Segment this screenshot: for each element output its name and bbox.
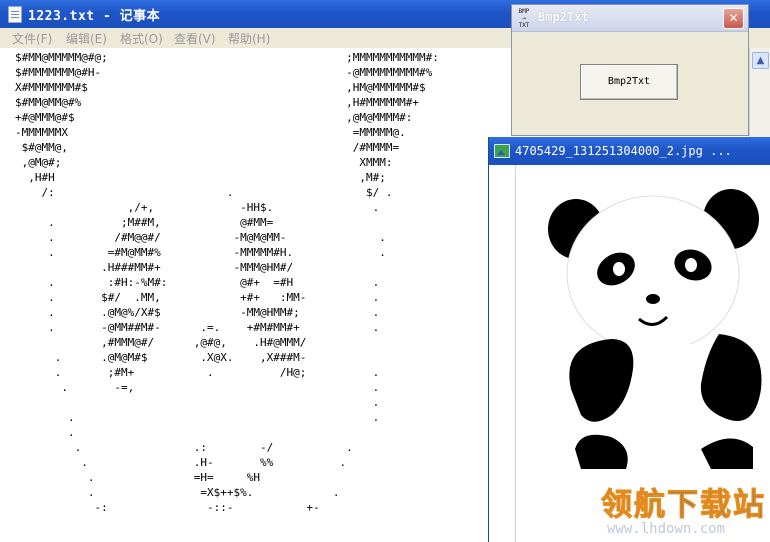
image-viewer-titlebar[interactable]: 4705429_131251304000_2.jpg ... (489, 137, 770, 165)
panda-image (548, 189, 762, 479)
image-file-icon (494, 144, 510, 158)
image-viewer-window: 4705429_131251304000_2.jpg ... 领航下载站 www… (488, 137, 770, 542)
watermark-logo: 领航下载站 (601, 487, 766, 524)
bmp2txt-window: BMP → TXT Bmp2Txt ✕ Bmp2Txt (511, 4, 749, 136)
bmp2txt-app-icon: BMP → TXT (516, 8, 532, 29)
bmp2txt-icon-label: BMP → TXT (518, 8, 530, 29)
bmp2txt-title: Bmp2Txt (538, 10, 589, 24)
scroll-up-arrow-icon[interactable]: ▲ (752, 52, 769, 69)
menu-format[interactable]: 格式(O) (120, 30, 163, 47)
watermark-url: www.lhdown.com (607, 521, 726, 537)
menu-edit[interactable]: 编辑(E) (66, 30, 107, 47)
menu-view[interactable]: 查看(V) (174, 30, 216, 47)
image-viewer-sidebar (489, 165, 516, 542)
bmp2txt-convert-button[interactable]: Bmp2Txt (580, 64, 678, 100)
image-viewer-title: 4705429_131251304000_2.jpg ... (515, 144, 732, 158)
close-icon[interactable]: ✕ (723, 8, 744, 29)
site-watermark: 领航下载站 www.lhdown.com (597, 475, 770, 542)
menu-file[interactable]: 文件(F) (12, 30, 52, 47)
bmp2txt-titlebar[interactable]: BMP → TXT Bmp2Txt ✕ (512, 5, 748, 32)
menu-help[interactable]: 帮助(H) (228, 30, 270, 47)
notepad-icon (8, 6, 22, 23)
notepad-title: 1223.txt - 记事本 (28, 9, 161, 24)
